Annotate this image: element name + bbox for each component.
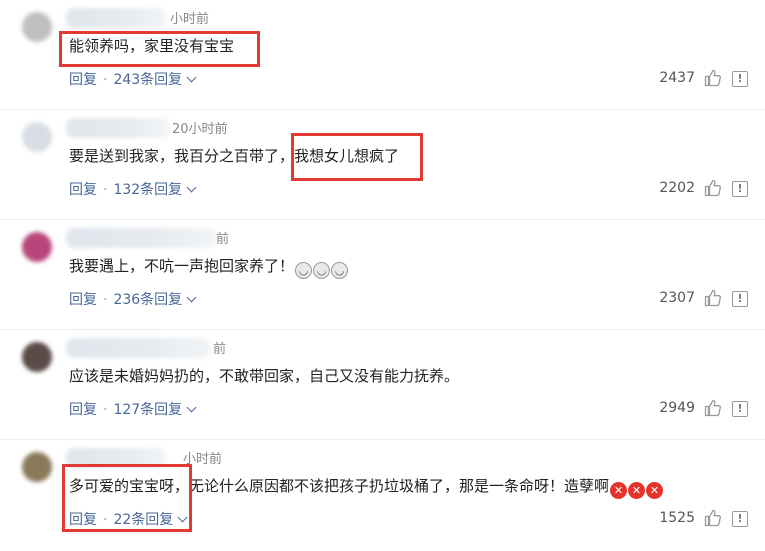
smile-emoji: ◡ bbox=[331, 262, 349, 279]
avatar[interactable] bbox=[22, 232, 52, 262]
username-blurred[interactable] bbox=[66, 338, 211, 358]
report-icon[interactable]: ! bbox=[732, 71, 748, 87]
view-replies-button[interactable]: 243条回复 bbox=[113, 72, 197, 88]
comment-time: 前 bbox=[216, 232, 230, 247]
reply-button[interactable]: 回复 bbox=[69, 402, 97, 418]
like-count: 2307 bbox=[659, 290, 695, 306]
thumbs-up-icon[interactable] bbox=[704, 179, 722, 197]
separator: · bbox=[103, 182, 108, 198]
separator: · bbox=[103, 72, 108, 88]
avatar[interactable] bbox=[22, 12, 52, 42]
avatar[interactable] bbox=[22, 342, 52, 372]
thumbs-up-icon[interactable] bbox=[704, 399, 722, 417]
avatar[interactable] bbox=[22, 122, 52, 152]
comment-time: 20小时前 bbox=[172, 122, 228, 137]
thumbs-up-icon[interactable] bbox=[704, 69, 722, 87]
comment-actions: 回复 · 236条回复 bbox=[69, 289, 197, 309]
username-blurred[interactable] bbox=[66, 8, 166, 28]
thumbs-up-icon[interactable] bbox=[704, 289, 722, 307]
report-icon[interactable]: ! bbox=[732, 401, 748, 417]
smile-emoji: ◡ bbox=[295, 262, 313, 279]
comment-actions: 回复 · 127条回复 bbox=[69, 399, 197, 419]
chevron-down-icon bbox=[186, 182, 197, 193]
angry-emoji: ✕ bbox=[628, 482, 646, 499]
report-icon[interactable]: ! bbox=[732, 291, 748, 307]
avatar[interactable] bbox=[22, 452, 52, 482]
chevron-down-icon bbox=[186, 292, 197, 303]
chevron-down-icon bbox=[186, 402, 197, 413]
username-blurred[interactable] bbox=[66, 118, 170, 138]
reply-count: 127条回复 bbox=[113, 402, 183, 418]
comment-item: 小时前 能领养吗，家里没有宝宝 回复 · 243条回复 2437 ! bbox=[0, 0, 765, 110]
report-icon[interactable]: ! bbox=[732, 181, 748, 197]
reply-button[interactable]: 回复 bbox=[69, 182, 97, 198]
like-count: 2949 bbox=[659, 400, 695, 416]
comment-actions: 回复 · 243条回复 bbox=[69, 69, 197, 89]
angry-emoji: ✕ bbox=[610, 482, 628, 499]
angry-emoji: ✕ bbox=[646, 482, 664, 499]
separator: · bbox=[103, 402, 108, 418]
reply-button[interactable]: 回复 bbox=[69, 72, 97, 88]
comment-item: 小时前 多可爱的宝宝呀，无论什么原因都不该把孩子扔垃圾桶了，那是一条命呀！造孽啊… bbox=[0, 440, 765, 550]
reply-count: 243条回复 bbox=[113, 72, 183, 88]
comment-text: 应该是未婚妈妈扔的，不敢带回家，自己又没有能力抚养。 bbox=[69, 367, 460, 385]
comment-item: 前 我要遇上，不吭一声抱回家养了！ ◡ ◡ ◡ 回复 · 236条回复 2307 ! bbox=[0, 220, 765, 330]
comment-time: 小时前 bbox=[170, 12, 210, 27]
separator: · bbox=[103, 292, 108, 308]
view-replies-button[interactable]: 127条回复 bbox=[113, 402, 197, 418]
view-replies-button[interactable]: 236条回复 bbox=[113, 292, 197, 308]
highlight-box bbox=[291, 133, 423, 181]
highlight-box bbox=[59, 31, 260, 67]
chevron-down-icon bbox=[186, 72, 197, 83]
comment-item: 前 应该是未婚妈妈扔的，不敢带回家，自己又没有能力抚养。 回复 · 127条回复 2… bbox=[0, 330, 765, 440]
reply-count: 132条回复 bbox=[113, 182, 183, 198]
comment-item: 20小时前 要是送到我家，我百分之百带了，我想女儿想疯了 回复 · 132条回复 2… bbox=[0, 110, 765, 220]
smile-emoji: ◡ bbox=[313, 262, 331, 279]
report-icon[interactable]: ! bbox=[732, 511, 748, 527]
highlight-box bbox=[62, 464, 192, 532]
view-replies-button[interactable]: 132条回复 bbox=[113, 182, 197, 198]
reply-count: 236条回复 bbox=[113, 292, 183, 308]
like-count: 1525 bbox=[659, 510, 695, 526]
like-count: 2437 bbox=[659, 70, 695, 86]
comment-time: 前 bbox=[213, 342, 227, 357]
thumbs-up-icon[interactable] bbox=[704, 509, 722, 527]
username-blurred[interactable] bbox=[66, 228, 216, 248]
comment-text-body: 我要遇上，不吭一声抱回家养了！ bbox=[69, 257, 295, 275]
reply-button[interactable]: 回复 bbox=[69, 292, 97, 308]
like-count: 2202 bbox=[659, 180, 695, 196]
comment-text: 我要遇上，不吭一声抱回家养了！ ◡ ◡ ◡ bbox=[69, 255, 349, 279]
comment-actions: 回复 · 132条回复 bbox=[69, 179, 197, 199]
